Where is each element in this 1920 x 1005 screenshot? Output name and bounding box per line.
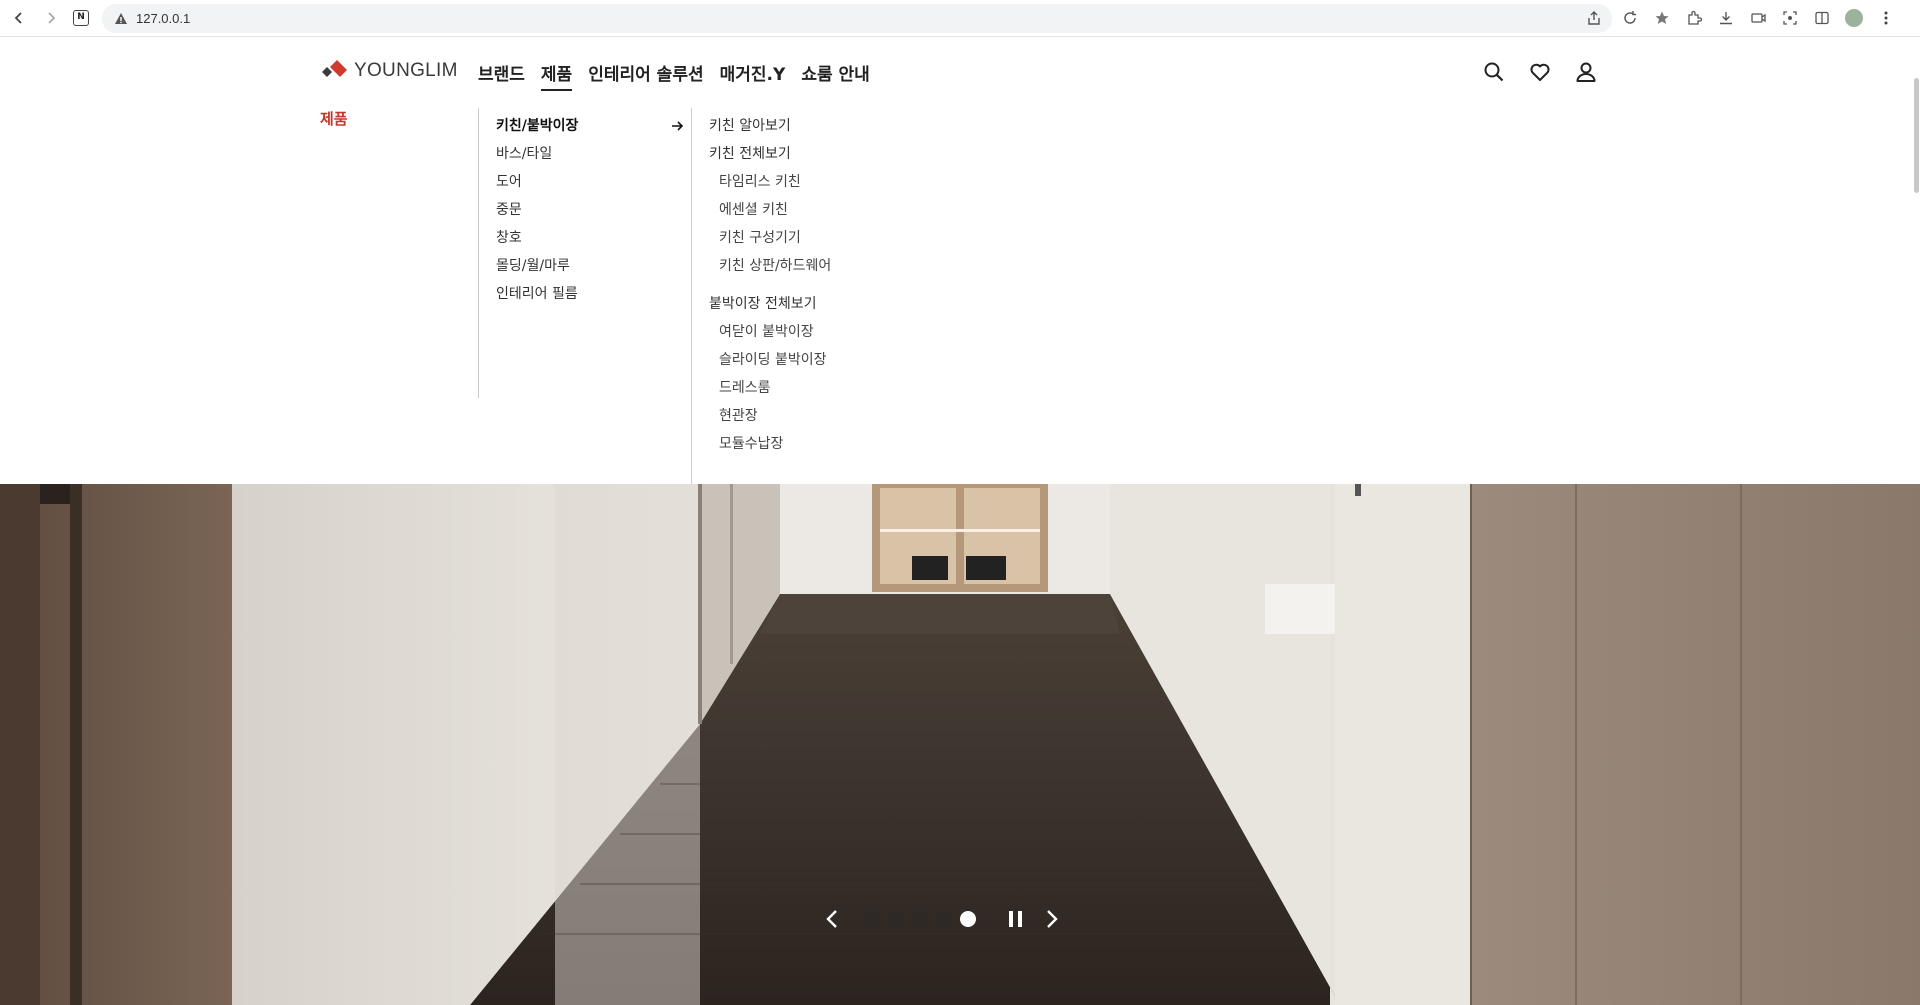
sidebar-icon[interactable] [1812,8,1832,28]
menu-link-essential-kitchen[interactable]: 에센셜 키친 [709,200,991,228]
menu-link-kitchen-countertop-hardware[interactable]: 키친 상판/하드웨어 [709,256,991,284]
back-icon[interactable] [9,8,29,28]
menu-link-shoe-cabinet[interactable]: 현관장 [709,406,991,434]
mega-menu-category-title: 제품 [320,110,348,128]
address-bar[interactable]: 127.0.0.1 [102,4,1612,33]
site-header: YOUNGLIM 브랜드 제품 인테리어 솔루션 매거진.Y 쇼룸 안내 제품 … [0,38,1920,492]
slide-dot[interactable] [888,911,904,927]
menu-item-middle-door[interactable]: 중문 [496,200,692,228]
menu-item-molding-wall-floor[interactable]: 몰딩/월/마루 [496,256,692,284]
logo-text: YOUNGLIM [354,60,458,81]
next-slide-icon[interactable] [1040,908,1062,930]
slide-dot[interactable] [912,911,928,927]
heart-icon[interactable] [1528,60,1552,84]
page-scrollbar[interactable] [1912,38,1920,1005]
menu-item-label: 키친/붙박이장 [496,118,579,134]
nav-interior-solution[interactable]: 인테리어 솔루션 [588,60,703,91]
bookmark-star-icon[interactable] [1652,8,1672,28]
menu-link-sliding-closet[interactable]: 슬라이딩 붙박이장 [709,350,991,378]
menu-item-label: 도어 [496,174,522,190]
slide-dot-active[interactable] [960,911,976,927]
menu-link-closet-all[interactable]: 붙박이장 전체보기 [709,294,991,322]
user-icon[interactable] [1574,60,1598,84]
nav-magazine[interactable]: 매거진.Y [720,60,786,91]
extensions-icon[interactable] [1684,8,1704,28]
tab-favicon-icon: N [73,10,89,26]
menu-link-dressroom[interactable]: 드레스룸 [709,378,991,406]
menu-item-label: 창호 [496,230,522,246]
slide-dot[interactable] [936,911,952,927]
prev-slide-icon[interactable] [822,908,844,930]
menu-item-bath-tile[interactable]: 바스/타일 [496,144,692,172]
menu-item-door[interactable]: 도어 [496,172,692,200]
menu-item-label: 중문 [496,202,522,218]
forward-icon[interactable] [41,8,61,28]
url-text: 127.0.0.1 [136,11,191,26]
screenshot-icon[interactable] [1780,8,1800,28]
profile-avatar[interactable] [1844,8,1864,28]
hero-slider [0,484,1920,1005]
site-logo[interactable]: YOUNGLIM [320,60,458,82]
menu-item-label: 인테리어 필름 [496,286,578,302]
scrollbar-thumb[interactable] [1914,78,1919,193]
header-utilities [1482,60,1598,84]
mega-menu-level1: 키친/붙박이장 바스/타일 도어 중문 창호 몰딩/월/마루 인테리어 필름 [478,108,692,398]
pause-icon[interactable] [1004,908,1026,930]
nav-showroom[interactable]: 쇼룸 안내 [801,60,869,91]
menu-link-timeless-kitchen[interactable]: 타임리스 키친 [709,172,991,200]
search-icon[interactable] [1482,60,1506,84]
menu-link-hinged-closet[interactable]: 여닫이 붙박이장 [709,322,991,350]
nav-products[interactable]: 제품 [540,60,573,91]
mega-menu-level2: 키친 알아보기 키친 전체보기 타임리스 키친 에센셜 키친 키친 구성기기 키… [691,108,991,492]
slider-controls [822,908,1062,930]
menu-item-kitchen-closet[interactable]: 키친/붙박이장 [496,116,692,144]
refresh-icon[interactable] [1620,8,1640,28]
menu-link-kitchen-appliances[interactable]: 키친 구성기기 [709,228,991,256]
nav-brand[interactable]: 브랜드 [478,60,525,91]
main-nav: 브랜드 제품 인테리어 솔루션 매거진.Y 쇼룸 안내 [478,60,870,91]
menu-item-interior-film[interactable]: 인테리어 필름 [496,284,692,312]
menu-link-kitchen-all[interactable]: 키친 전체보기 [709,144,991,172]
logo-mark-icon [322,60,347,77]
slide-pagination [864,911,976,927]
not-secure-icon [115,12,127,24]
media-icon[interactable] [1748,8,1768,28]
menu-item-label: 몰딩/월/마루 [496,258,570,274]
more-menu-icon[interactable] [1876,8,1896,28]
menu-link-kitchen-intro[interactable]: 키친 알아보기 [709,116,991,144]
share-icon[interactable] [1586,10,1602,26]
arrow-right-icon [672,121,684,131]
menu-item-label: 바스/타일 [496,146,553,162]
download-icon[interactable] [1716,8,1736,28]
menu-link-modular-storage[interactable]: 모듈수납장 [709,434,991,462]
slide-dot[interactable] [864,911,880,927]
menu-item-window[interactable]: 창호 [496,228,692,256]
browser-toolbar: N 127.0.0.1 [0,0,1920,37]
